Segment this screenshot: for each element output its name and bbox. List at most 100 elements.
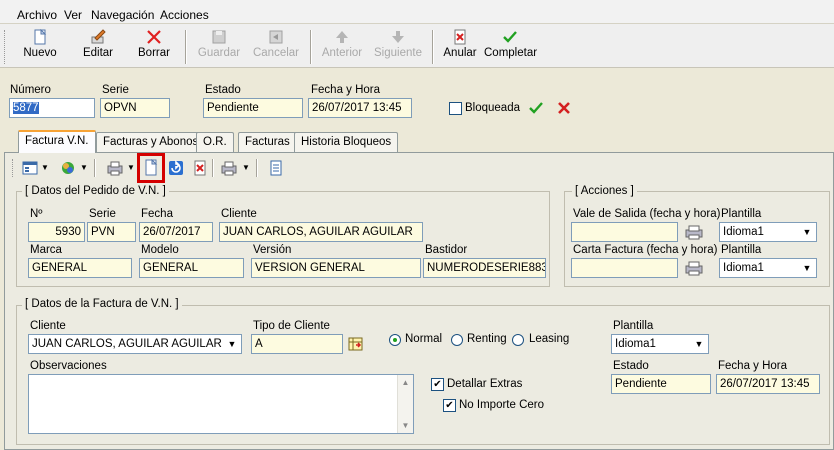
tab-factura-vn[interactable]: Factura V.N. — [18, 130, 96, 153]
observaciones-textarea[interactable]: ▲ ▼ — [28, 374, 414, 434]
numero-label: Número — [10, 84, 51, 96]
tab-facturas-abonos[interactable]: Facturas y Abonos — [96, 132, 206, 152]
menu-acciones[interactable]: Acciones — [160, 8, 209, 22]
pedido-marca-field[interactable]: GENERAL — [28, 258, 132, 278]
observaciones-scrollbar[interactable]: ▲ ▼ — [397, 375, 413, 433]
fecha-hora-field[interactable]: 26/07/2017 13:45 — [308, 98, 412, 118]
anular-button[interactable]: Anular — [442, 27, 478, 65]
plantilla1-value: Idioma1 — [723, 226, 764, 238]
cancel-x-icon[interactable] — [556, 100, 572, 116]
factura-cliente-value: JUAN CARLOS, AGUILAR AGUILAR — [32, 338, 222, 350]
radio-renting[interactable] — [451, 334, 463, 346]
radio-leasing[interactable] — [512, 334, 524, 346]
tipo-cliente-field[interactable]: A — [251, 334, 343, 354]
pedido-bastidor-field[interactable]: NUMERODESERIE8833 — [423, 258, 546, 278]
pedido-n-field[interactable]: 5930 — [28, 222, 85, 242]
save-disk-icon — [211, 29, 227, 45]
completar-button[interactable]: Completar — [484, 27, 538, 65]
checkmark-icon: ✔ — [433, 379, 442, 390]
siguiente-button[interactable]: Siguiente — [374, 27, 422, 65]
chevron-down-icon[interactable]: ▼ — [242, 160, 250, 176]
pedido-marca-label: Marca — [30, 244, 62, 256]
radio-normal-label: Normal — [405, 333, 443, 345]
estado-field[interactable]: Pendiente — [203, 98, 303, 118]
estado-label: Estado — [205, 84, 241, 96]
checkmark-icon: ✔ — [445, 400, 454, 411]
printer-icon[interactable] — [684, 224, 704, 240]
factura-fecha-field[interactable]: 26/07/2017 13:45 — [716, 374, 820, 394]
view-list-icon[interactable] — [22, 160, 38, 176]
chevron-down-icon[interactable]: ▼ — [41, 160, 49, 176]
anterior-button[interactable]: Anterior — [320, 27, 364, 65]
borrar-button[interactable]: Borrar — [134, 27, 174, 65]
plantilla2-label: Plantilla — [721, 244, 762, 256]
serie-label: Serie — [102, 84, 129, 96]
tipo-cliente-label: Tipo de Cliente — [253, 320, 330, 332]
pedido-serie-field[interactable]: PVN — [87, 222, 136, 242]
plantilla1-select[interactable]: Idioma1 ▼ — [719, 222, 817, 242]
cancel-undo-icon — [268, 29, 284, 45]
refresh-icon[interactable] — [168, 160, 184, 176]
factura-plantilla-label: Plantilla — [613, 320, 654, 332]
editar-button[interactable]: Editar — [76, 27, 120, 65]
scroll-down-icon[interactable]: ▼ — [398, 418, 413, 433]
document-text-icon[interactable] — [268, 160, 284, 176]
factura-plantilla-value: Idioma1 — [615, 338, 656, 350]
chevron-down-icon[interactable]: ▼ — [127, 160, 135, 176]
plantilla2-select[interactable]: Idioma1 ▼ — [719, 258, 817, 278]
factura-cliente-select[interactable]: JUAN CARLOS, AGUILAR AGUILAR ▼ — [28, 334, 242, 354]
anular-label: Anular — [443, 47, 477, 59]
people-globe-icon[interactable] — [60, 160, 76, 176]
bloqueada-label: Bloqueada — [465, 102, 520, 114]
toolbar-grip[interactable] — [4, 30, 7, 64]
printer-icon[interactable] — [684, 260, 704, 276]
tab-or[interactable]: O.R. — [196, 132, 234, 152]
radio-normal[interactable] — [389, 334, 401, 346]
nuevo-button[interactable]: Nuevo — [20, 27, 60, 65]
bloqueada-checkbox[interactable] — [449, 102, 462, 115]
pedido-modelo-field[interactable]: GENERAL — [139, 258, 244, 278]
cancelar-button[interactable]: Cancelar — [252, 27, 300, 65]
highlighted-new-button[interactable] — [137, 153, 165, 183]
pedido-cliente-field[interactable]: JUAN CARLOS, AGUILAR AGUILAR — [219, 222, 423, 242]
delete-document-icon[interactable] — [192, 160, 208, 176]
tab-historia-bloqueos[interactable]: Historia Bloqueos — [294, 132, 399, 152]
carta-field[interactable] — [571, 258, 678, 278]
toolbar-separator — [185, 30, 187, 64]
tab-facturas[interactable]: Facturas — [238, 132, 297, 152]
pedido-fecha-field[interactable]: 26/07/2017 — [139, 222, 213, 242]
borrar-label: Borrar — [138, 47, 170, 59]
toolbar-separator — [310, 30, 312, 64]
chevron-down-icon[interactable]: ▼ — [80, 160, 88, 176]
menu-ver[interactable]: Ver — [64, 8, 82, 22]
menu-archivo[interactable]: Archivo — [17, 8, 57, 22]
siguiente-label: Siguiente — [374, 47, 422, 59]
numero-field[interactable]: 5877 — [9, 98, 95, 118]
pedido-version-field[interactable]: VERSION GENERAL — [251, 258, 421, 278]
lookup-table-icon[interactable] — [348, 336, 364, 352]
anterior-label: Anterior — [321, 47, 363, 59]
fecha-hora-label: Fecha y Hora — [311, 84, 381, 96]
scroll-up-icon[interactable]: ▲ — [398, 375, 413, 390]
completar-label: Completar — [484, 47, 538, 59]
pedido-cliente-label: Cliente — [221, 208, 257, 220]
editar-label: Editar — [82, 47, 114, 59]
pedido-n-label: Nº — [30, 208, 43, 220]
printer-icon[interactable] — [106, 160, 124, 176]
no-importe-cero-checkbox[interactable]: ✔ — [443, 399, 456, 412]
confirm-check-icon[interactable] — [528, 100, 544, 116]
carta-label: Carta Factura (fecha y hora) — [573, 244, 718, 256]
vale-field[interactable] — [571, 222, 678, 242]
printer-icon[interactable] — [220, 160, 238, 176]
plantilla1-label: Plantilla — [721, 208, 762, 220]
detallar-extras-checkbox[interactable]: ✔ — [431, 378, 444, 391]
serie-field[interactable]: OPVN — [100, 98, 170, 118]
menu-navegacion[interactable]: Navegación — [91, 8, 154, 22]
factura-estado-field[interactable]: Pendiente — [611, 374, 711, 394]
pedido-version-label: Versión — [253, 244, 292, 256]
menu-bar: Archivo Ver Navegación Acciones — [0, 0, 834, 24]
guardar-button[interactable]: Guardar — [196, 27, 242, 65]
factura-plantilla-select[interactable]: Idioma1 ▼ — [611, 334, 709, 354]
nuevo-label: Nuevo — [23, 47, 57, 59]
factura-title: [ Datos de la Factura de V.N. ] — [22, 298, 182, 310]
